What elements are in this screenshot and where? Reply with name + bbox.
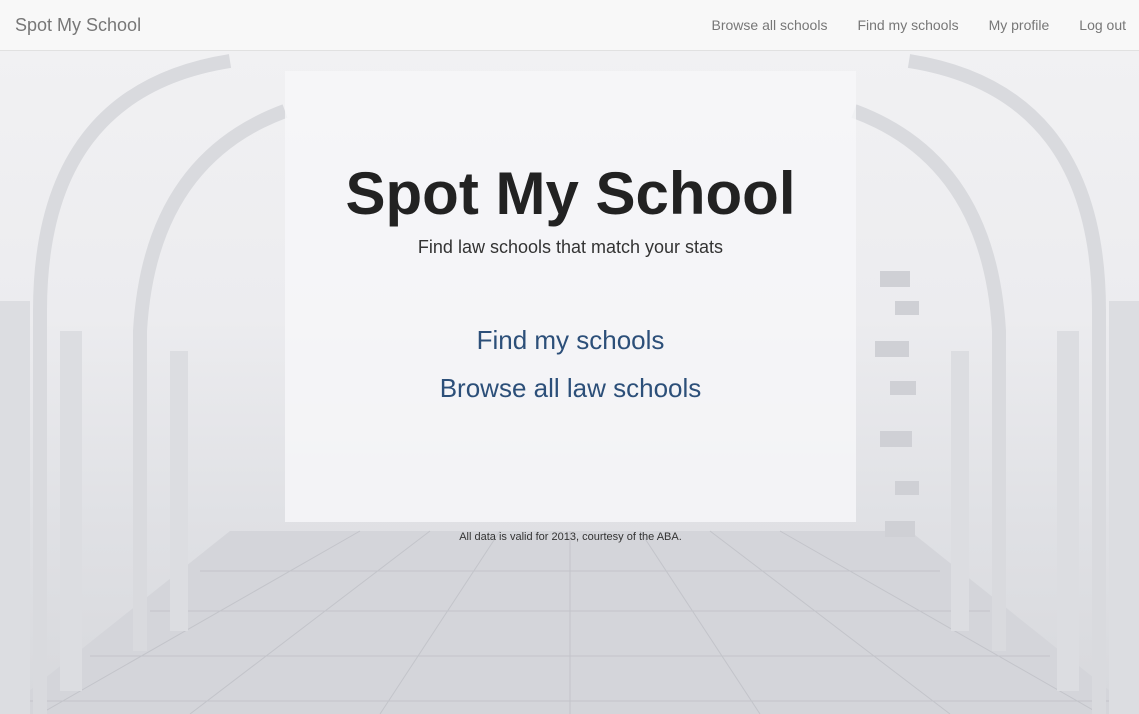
data-source-note: All data is valid for 2013, courtesy of … (459, 531, 682, 543)
nav-links: Browse all schools Find my schools My pr… (682, 0, 1127, 50)
nav-my-profile[interactable]: My profile (989, 0, 1050, 50)
hero-panel: Spot My School Find law schools that mat… (285, 71, 856, 522)
nav-log-out[interactable]: Log out (1079, 0, 1126, 50)
find-my-schools-link[interactable]: Find my schools (285, 324, 856, 356)
top-navbar: Spot My School Browse all schools Find m… (0, 0, 1139, 51)
hero-title: Spot My School (345, 160, 796, 227)
brand-link[interactable]: Spot My School (15, 0, 141, 50)
nav-find-my-schools[interactable]: Find my schools (857, 0, 958, 50)
hero-tagline: Find law schools that match your stats (417, 237, 724, 257)
nav-browse-all-schools[interactable]: Browse all schools (712, 0, 828, 50)
browse-all-law-schools-link[interactable]: Browse all law schools (285, 372, 856, 404)
